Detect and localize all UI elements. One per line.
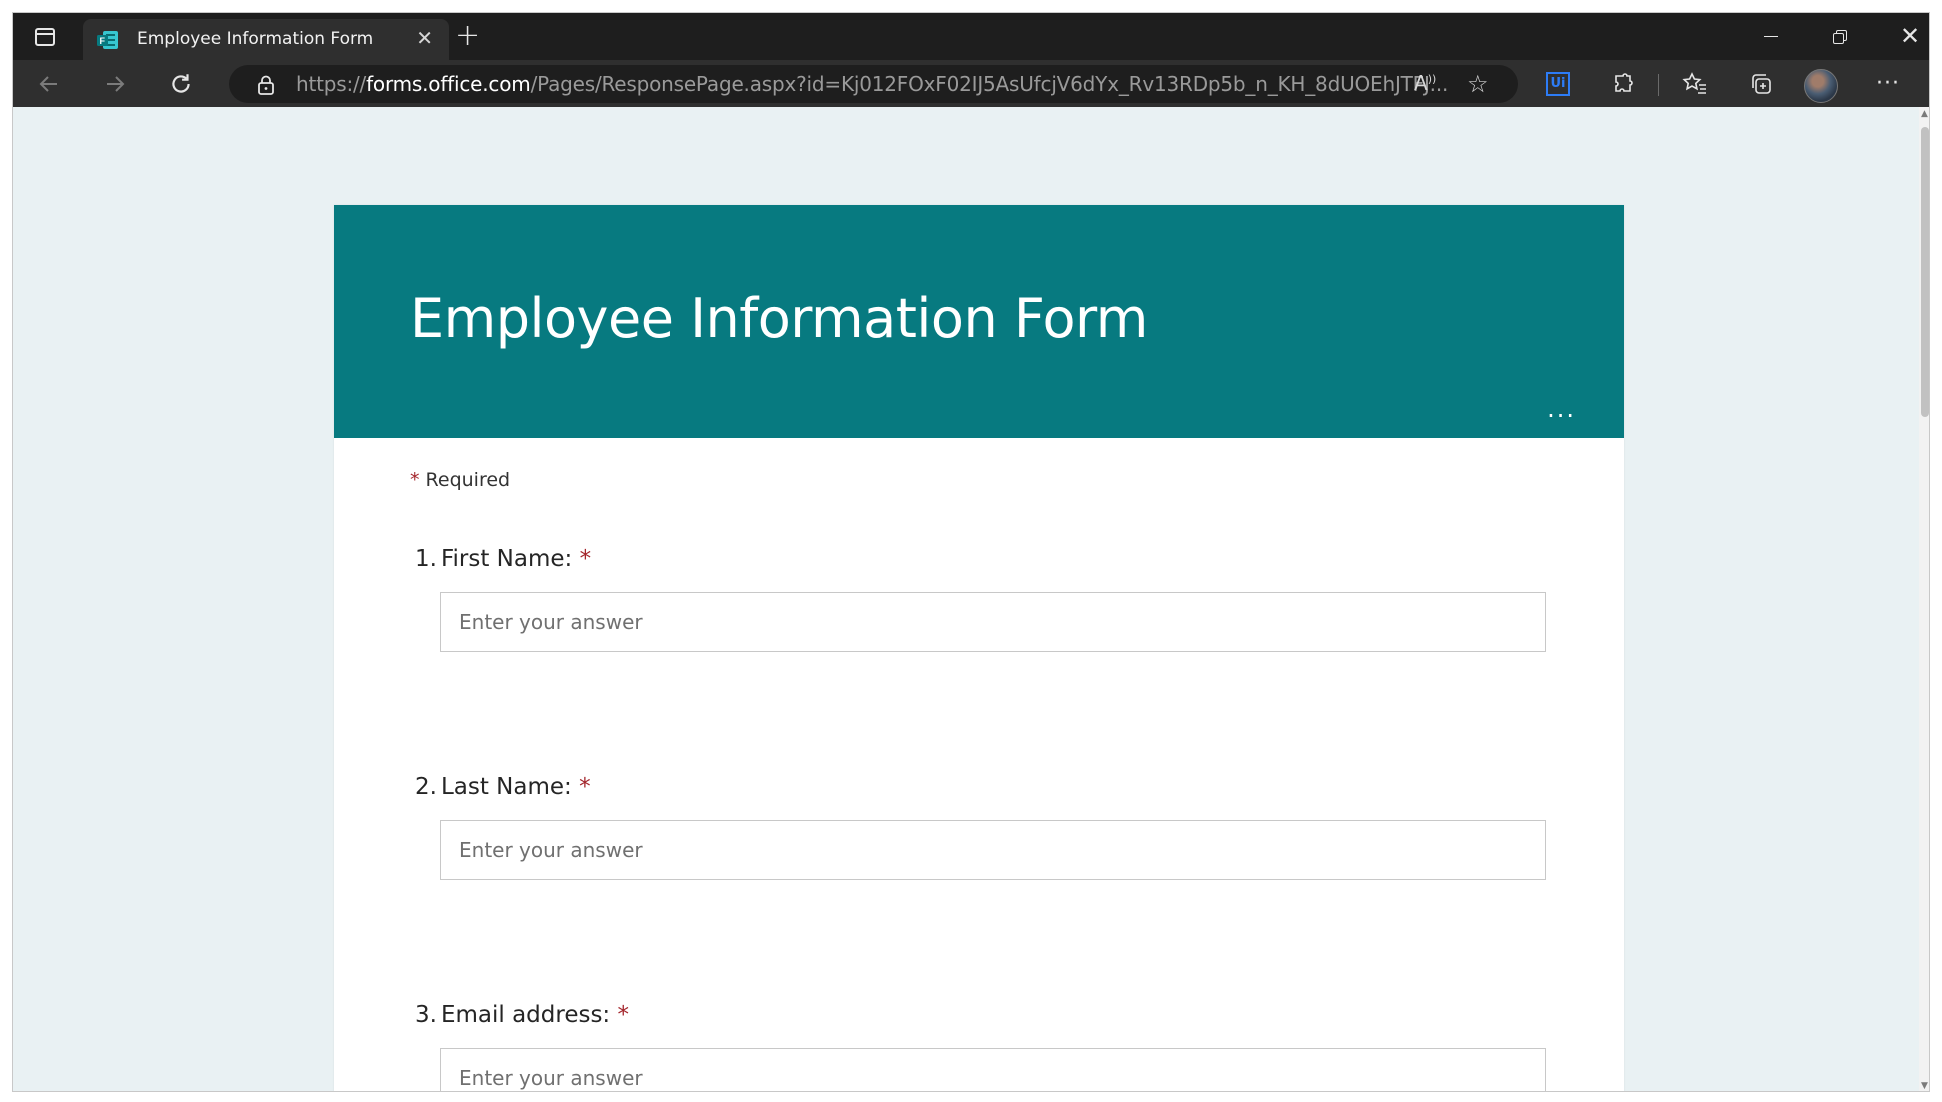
- first-name-input[interactable]: [440, 592, 1546, 652]
- forward-icon[interactable]: [99, 68, 131, 100]
- tab-actions-icon[interactable]: [33, 25, 57, 49]
- last-name-input[interactable]: [440, 820, 1546, 880]
- close-icon[interactable]: ✕: [416, 28, 433, 48]
- scroll-thumb[interactable]: [1921, 127, 1929, 417]
- address-bar[interactable]: https://forms.office.com/Pages/ResponseP…: [229, 65, 1518, 103]
- new-tab-icon[interactable]: +: [455, 21, 480, 51]
- question-number: 2.: [415, 774, 437, 800]
- svg-text:F: F: [100, 36, 106, 46]
- minimize-icon[interactable]: [1748, 21, 1792, 51]
- question-label: First Name:: [440, 546, 573, 572]
- question-number: 1.: [415, 546, 437, 572]
- page-scrollbar[interactable]: ▲ ▼: [1919, 107, 1929, 1091]
- question-first-name: 1. First Name: *: [415, 546, 1546, 652]
- question-title: 2. Last Name: *: [415, 774, 1525, 800]
- window-close-icon[interactable]: ✕: [1888, 21, 1929, 51]
- form-title: Employee Information Form: [410, 287, 1148, 350]
- question-email: 3. Email address: *: [415, 1002, 1546, 1091]
- question-title: 3. Email address: *: [415, 1002, 1525, 1028]
- required-asterisk: *: [410, 469, 420, 491]
- url-text: https://forms.office.com/Pages/ResponseP…: [296, 72, 1448, 96]
- scroll-up-icon[interactable]: ▲: [1921, 109, 1928, 119]
- page-viewport: Employee Information Form ... * Required…: [13, 107, 1919, 1091]
- scroll-down-icon[interactable]: ▼: [1921, 1081, 1928, 1091]
- question-label: Last Name:: [440, 774, 572, 800]
- tab-employee-information-form[interactable]: F Employee Information Form ✕: [83, 19, 449, 60]
- more-icon[interactable]: ···: [1872, 68, 1904, 100]
- url-host: forms.office.com: [366, 72, 531, 96]
- required-mark: *: [617, 1002, 630, 1028]
- toolbar-divider: [1658, 74, 1659, 96]
- back-icon[interactable]: [33, 68, 65, 100]
- more-options-icon[interactable]: ...: [1547, 397, 1576, 421]
- required-label: Required: [425, 469, 511, 491]
- question-number: 3.: [415, 1002, 437, 1028]
- question-last-name: 2. Last Name: *: [415, 774, 1546, 880]
- question-title: 1. First Name: *: [415, 546, 1525, 572]
- required-mark: *: [579, 774, 591, 800]
- required-mark: *: [579, 546, 592, 572]
- browser-window: F Employee Information Form ✕ + ✕ https:…: [12, 12, 1930, 1092]
- form-header: Employee Information Form ...: [334, 205, 1624, 438]
- url-scheme: https://: [296, 72, 367, 96]
- puzzle-icon[interactable]: [1607, 68, 1639, 100]
- email-input[interactable]: [440, 1048, 1546, 1091]
- question-label: Email address:: [440, 1002, 611, 1028]
- collections-icon[interactable]: [1745, 68, 1777, 100]
- profile-avatar[interactable]: [1804, 69, 1838, 103]
- tab-title: Employee Information Form: [137, 29, 374, 49]
- browser-toolbar: https://forms.office.com/Pages/ResponseP…: [13, 60, 1929, 107]
- ui-extension-icon[interactable]: Ui: [1541, 68, 1573, 100]
- read-aloud-icon[interactable]: A)): [1414, 71, 1436, 95]
- lock-icon[interactable]: [257, 75, 275, 95]
- tab-strip: F Employee Information Form ✕ + ✕: [13, 13, 1929, 60]
- form-card: Employee Information Form ... * Required…: [334, 205, 1624, 1091]
- add-favorite-icon[interactable]: ☆: [1467, 70, 1489, 98]
- forms-favicon: F: [97, 31, 118, 49]
- url-path: /Pages/ResponsePage.aspx?id=Kj012FOxF02I…: [530, 72, 1449, 96]
- restore-icon[interactable]: [1818, 21, 1862, 51]
- reload-icon[interactable]: [165, 68, 197, 100]
- required-note: * Required: [410, 469, 510, 491]
- favorites-icon[interactable]: [1679, 68, 1711, 100]
